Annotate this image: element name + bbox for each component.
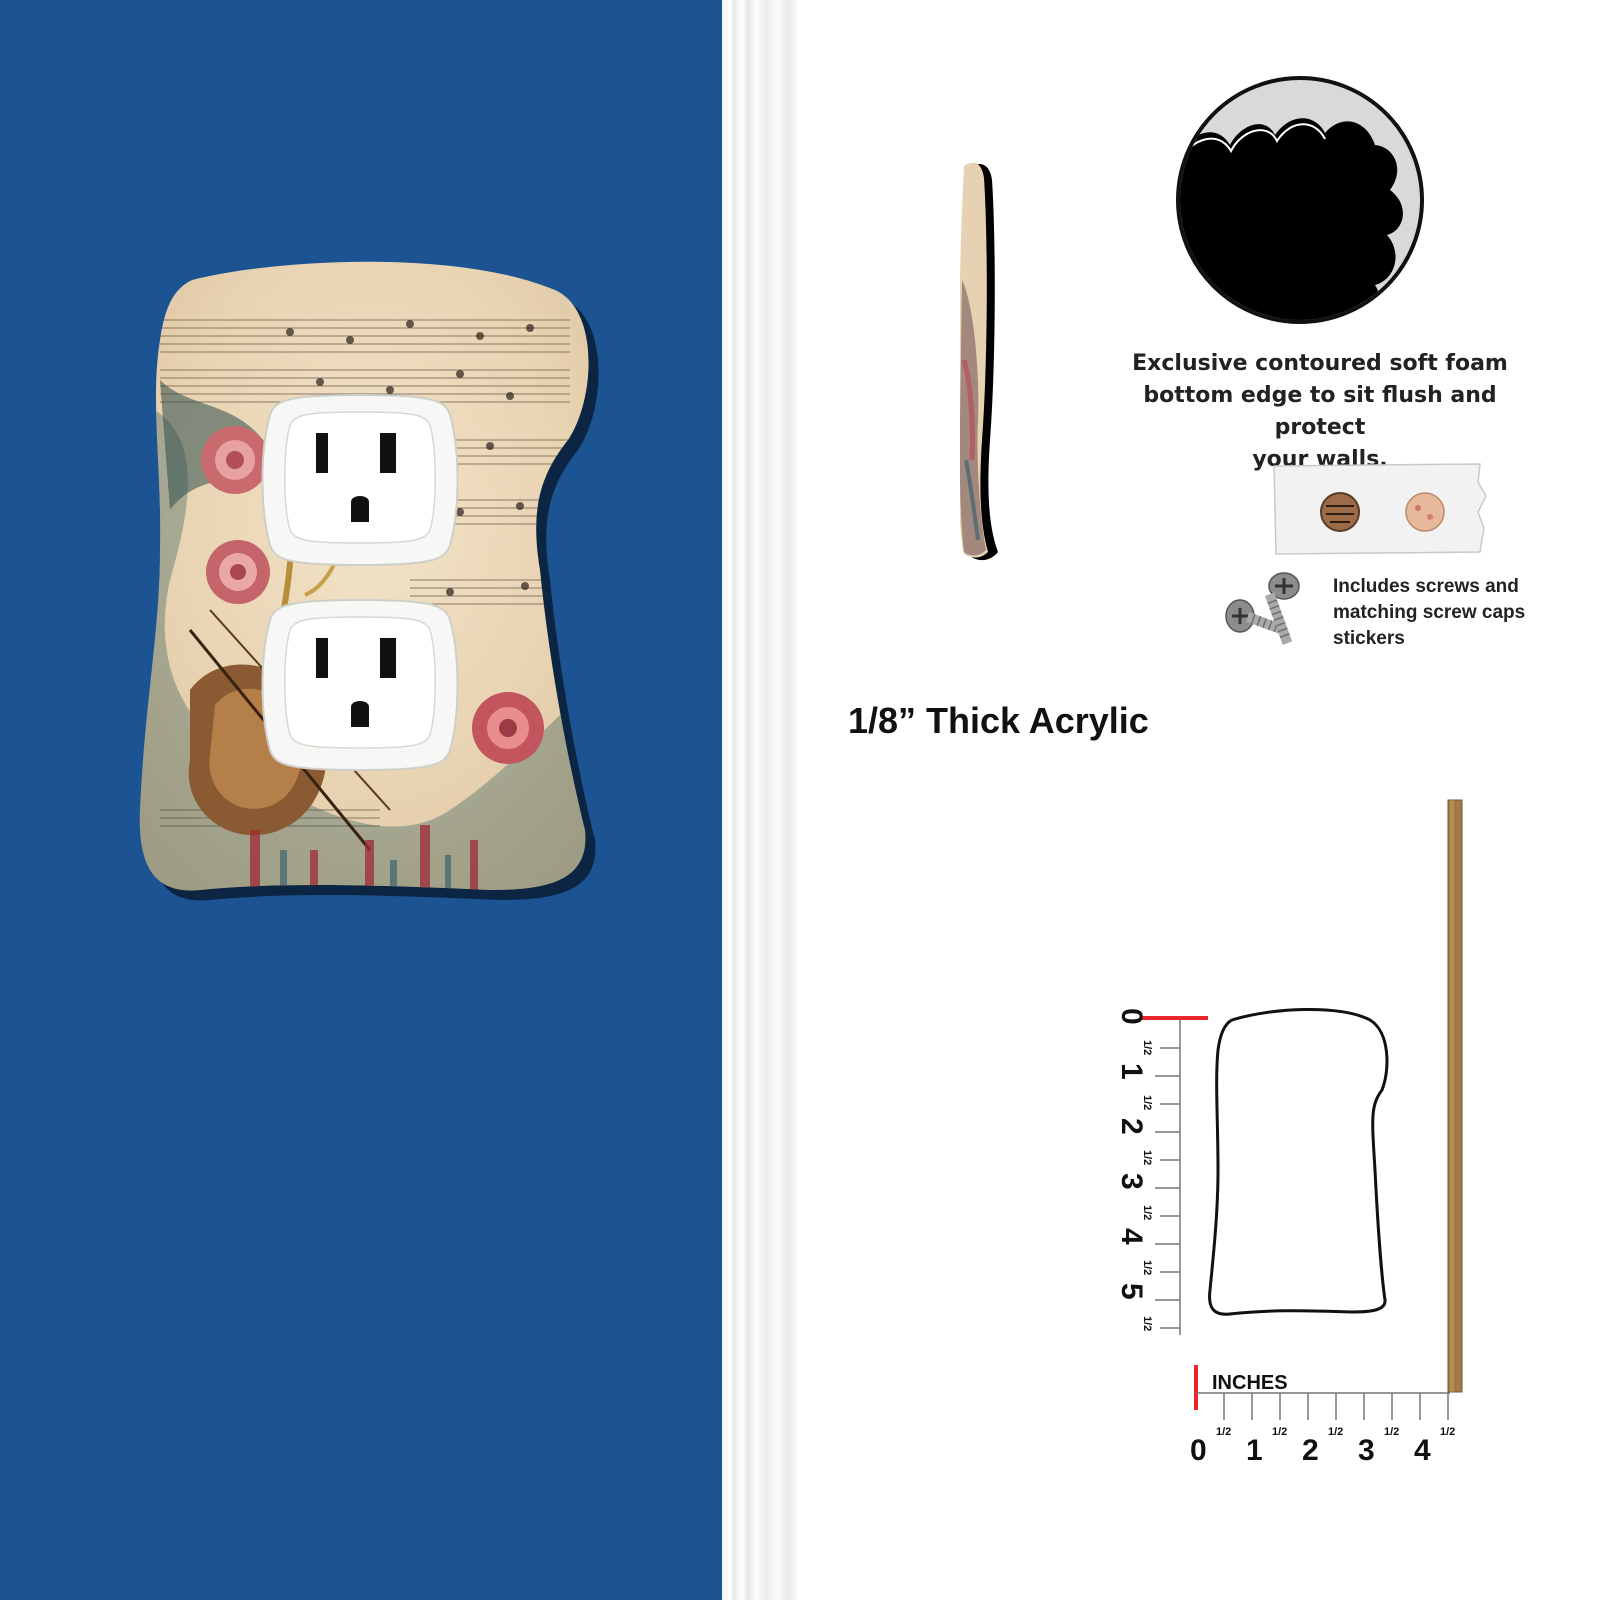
foam-edge-closeup: [1176, 76, 1424, 324]
screws-caption-line: Includes screws and: [1333, 576, 1519, 597]
vertical-tick-label: 3: [1115, 1173, 1148, 1190]
foam-caption: Exclusive contoured soft foam bottom edg…: [1095, 348, 1545, 476]
foam-caption-line: bottom edge to sit flush and protect: [1143, 383, 1497, 440]
horizontal-half-label: 1/2: [1216, 1426, 1231, 1438]
horizontal-tick-label: 0: [1190, 1434, 1207, 1467]
dimension-diagram: 0 1 2 3 4 5 1/2 1/2 1/2 1/2 1/2 1/2 INCH…: [1115, 799, 1463, 1467]
horizontal-half-label: 1/2: [1384, 1426, 1399, 1438]
vertical-half-label: 1/2: [1141, 1040, 1153, 1055]
horizontal-tick-label: 2: [1302, 1434, 1319, 1467]
horizontal-tick-label: 4: [1414, 1434, 1431, 1467]
wood-edge-profile: [1447, 799, 1463, 1393]
vertical-tick-label: 0: [1115, 1008, 1148, 1025]
ruler-unit-label: INCHES: [1212, 1372, 1288, 1394]
screws-caption-line: matching screw caps: [1333, 602, 1526, 623]
thickness-label: 1/8” Thick Acrylic: [848, 700, 1149, 741]
vertical-half-label: 1/2: [1141, 1260, 1153, 1275]
phillips-screw-icon: [1225, 572, 1300, 645]
screws-caption-line: stickers: [1333, 628, 1405, 649]
door-trim: [722, 0, 798, 1600]
vertical-tick-label: 5: [1115, 1283, 1148, 1300]
horizontal-half-label: 1/2: [1272, 1426, 1287, 1438]
outlet-plate-photo: [139, 261, 599, 901]
screws-caption: Includes screws and matching screw caps …: [1333, 574, 1573, 652]
horizontal-half-label: 1/2: [1440, 1426, 1455, 1438]
vertical-half-label: 1/2: [1141, 1316, 1153, 1331]
vertical-ruler: [1142, 1016, 1208, 1335]
horizontal-half-label: 1/2: [1328, 1426, 1343, 1438]
side-profile-view: [960, 162, 998, 561]
vertical-tick-label: 2: [1115, 1118, 1148, 1135]
screw-cap-sticker-sheet: [1273, 463, 1487, 555]
plate-outline-shape: [1208, 1008, 1389, 1316]
vertical-half-label: 1/2: [1141, 1205, 1153, 1220]
vertical-tick-label: 1: [1115, 1063, 1148, 1080]
foam-caption-line: Exclusive contoured soft foam: [1132, 351, 1508, 376]
horizontal-tick-label: 3: [1358, 1434, 1375, 1467]
vertical-half-label: 1/2: [1141, 1150, 1153, 1165]
horizontal-tick-label: 1: [1246, 1434, 1263, 1467]
vertical-half-label: 1/2: [1141, 1095, 1153, 1110]
vertical-tick-label: 4: [1115, 1228, 1148, 1245]
